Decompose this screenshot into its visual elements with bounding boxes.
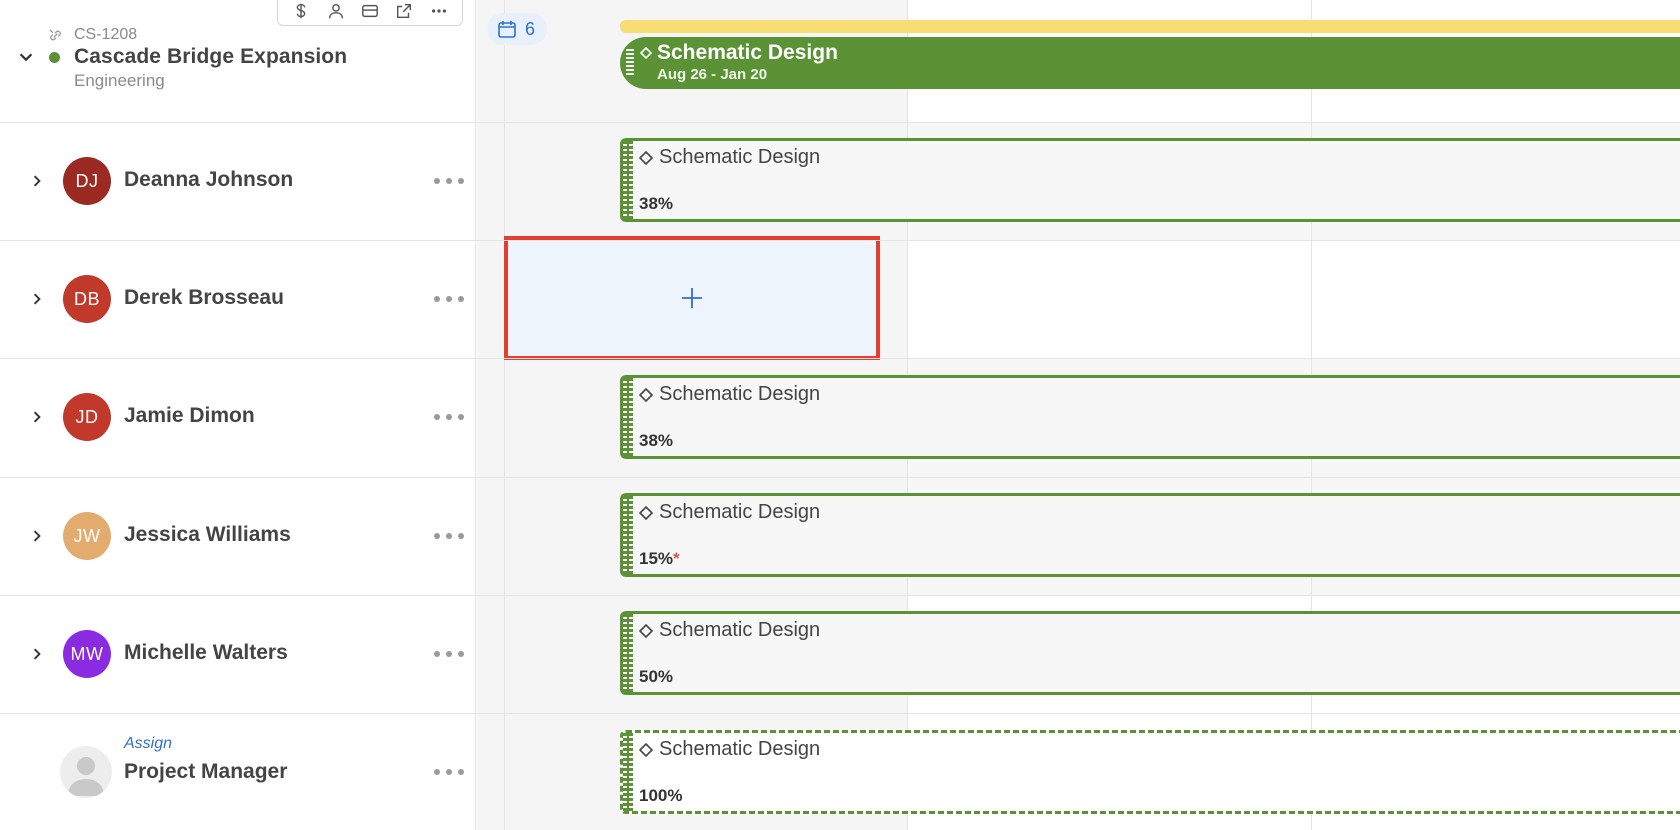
unassigned-task-bar[interactable]: Schematic Design 100% <box>620 730 1680 814</box>
person-name[interactable]: Jamie Dimon <box>124 404 255 428</box>
chevron-right-icon[interactable] <box>27 526 47 546</box>
diamond-icon <box>639 624 653 638</box>
person-row: DJ Deanna Johnson <box>0 122 476 240</box>
chevron-right-icon[interactable] <box>27 289 47 309</box>
task-title: Schematic Design <box>659 501 821 523</box>
dollar-icon[interactable] <box>289 0 313 22</box>
row-divider <box>0 713 1680 714</box>
avatar[interactable]: JW <box>63 512 111 560</box>
person-name[interactable]: Derek Brosseau <box>124 286 284 310</box>
calendar-count-badge[interactable]: 6 <box>487 13 547 45</box>
task-bar[interactable]: Schematic Design 38% <box>620 375 1680 459</box>
row-divider <box>0 477 1680 478</box>
assign-link[interactable]: Assign <box>124 735 172 753</box>
more-options-icon[interactable] <box>434 530 464 542</box>
card-icon[interactable] <box>358 0 382 22</box>
milestone-bar[interactable] <box>620 20 1680 33</box>
task-percent: 38% <box>639 194 674 213</box>
person-name[interactable]: Jessica Williams <box>124 523 291 547</box>
add-assignment-cell[interactable] <box>504 236 880 360</box>
diamond-icon <box>639 388 653 402</box>
more-icon[interactable] <box>427 0 451 22</box>
more-options-icon[interactable] <box>434 648 464 660</box>
project-name[interactable]: Cascade Bridge Expansion <box>74 45 347 69</box>
diamond-icon <box>639 743 653 757</box>
diamond-icon <box>640 47 652 59</box>
chevron-down-icon[interactable] <box>16 47 36 67</box>
task-title: Schematic Design <box>659 146 821 168</box>
drag-handle-icon[interactable] <box>623 614 633 692</box>
plus-icon <box>682 288 702 308</box>
phase-title: Schematic Design <box>657 41 838 64</box>
external-link-icon[interactable] <box>392 0 416 22</box>
task-bar[interactable]: Schematic Design 38% <box>620 138 1680 222</box>
person-row: DB Derek Brosseau <box>0 240 476 358</box>
person-row: JD Jamie Dimon <box>0 358 476 476</box>
task-percent: 50% <box>639 667 674 686</box>
task-bar[interactable]: Schematic Design 15%* <box>620 493 1680 577</box>
drag-handle-icon[interactable] <box>623 141 633 219</box>
placeholder-avatar-icon[interactable] <box>60 746 112 798</box>
avatar[interactable]: MW <box>63 630 111 678</box>
project-code: CS-1208 <box>74 26 138 43</box>
task-percent: 100% <box>639 786 683 805</box>
warning-flag: * <box>673 549 680 568</box>
row-divider <box>0 122 1680 123</box>
role-name[interactable]: Project Manager <box>124 760 287 784</box>
task-title: Schematic Design <box>659 738 821 760</box>
diamond-icon <box>639 506 653 520</box>
grid-line <box>504 0 505 830</box>
avatar[interactable]: DB <box>63 275 111 323</box>
drag-handle-icon[interactable] <box>623 496 633 574</box>
person-row: JW Jessica Williams <box>0 477 476 595</box>
chevron-right-icon[interactable] <box>27 644 47 664</box>
avatar[interactable]: JD <box>63 393 111 441</box>
task-percent: 15%* <box>639 549 680 568</box>
more-options-icon[interactable] <box>434 293 464 305</box>
drag-handle-icon[interactable] <box>623 378 633 456</box>
person-name[interactable]: Michelle Walters <box>124 641 288 665</box>
row-divider <box>0 595 1680 596</box>
chevron-right-icon[interactable] <box>27 407 47 427</box>
phase-dates: Aug 26 - Jan 20 <box>657 66 768 83</box>
drag-handle-icon[interactable] <box>626 49 634 77</box>
schedule-grid: 6 Schematic Design Aug 26 - Jan 20 Schem… <box>477 0 1680 830</box>
row-divider <box>0 240 1680 241</box>
more-options-icon[interactable] <box>434 411 464 423</box>
drag-handle-icon[interactable] <box>623 733 633 811</box>
task-title: Schematic Design <box>659 619 821 641</box>
more-options-icon[interactable] <box>434 766 464 778</box>
task-title: Schematic Design <box>659 383 821 405</box>
resource-panel: CS-1208 Cascade Bridge Expansion Enginee… <box>0 0 476 830</box>
project-status-dot <box>49 52 60 63</box>
badge-count: 6 <box>525 18 536 39</box>
chevron-right-icon[interactable] <box>27 171 47 191</box>
project-toolbar <box>277 0 463 26</box>
person-icon[interactable] <box>324 0 348 22</box>
row-divider <box>0 358 1680 359</box>
calendar-icon <box>498 21 516 38</box>
project-department: Engineering <box>74 71 165 90</box>
unlink-icon <box>48 28 63 43</box>
task-bar[interactable]: Schematic Design 50% <box>620 611 1680 695</box>
more-options-icon[interactable] <box>434 175 464 187</box>
diamond-icon <box>639 151 653 165</box>
person-name[interactable]: Deanna Johnson <box>124 168 293 192</box>
avatar[interactable]: DJ <box>63 157 111 205</box>
person-row: MW Michelle Walters <box>0 595 476 713</box>
task-percent: 38% <box>639 431 674 450</box>
phase-bar[interactable]: Schematic Design Aug 26 - Jan 20 <box>620 37 1680 89</box>
